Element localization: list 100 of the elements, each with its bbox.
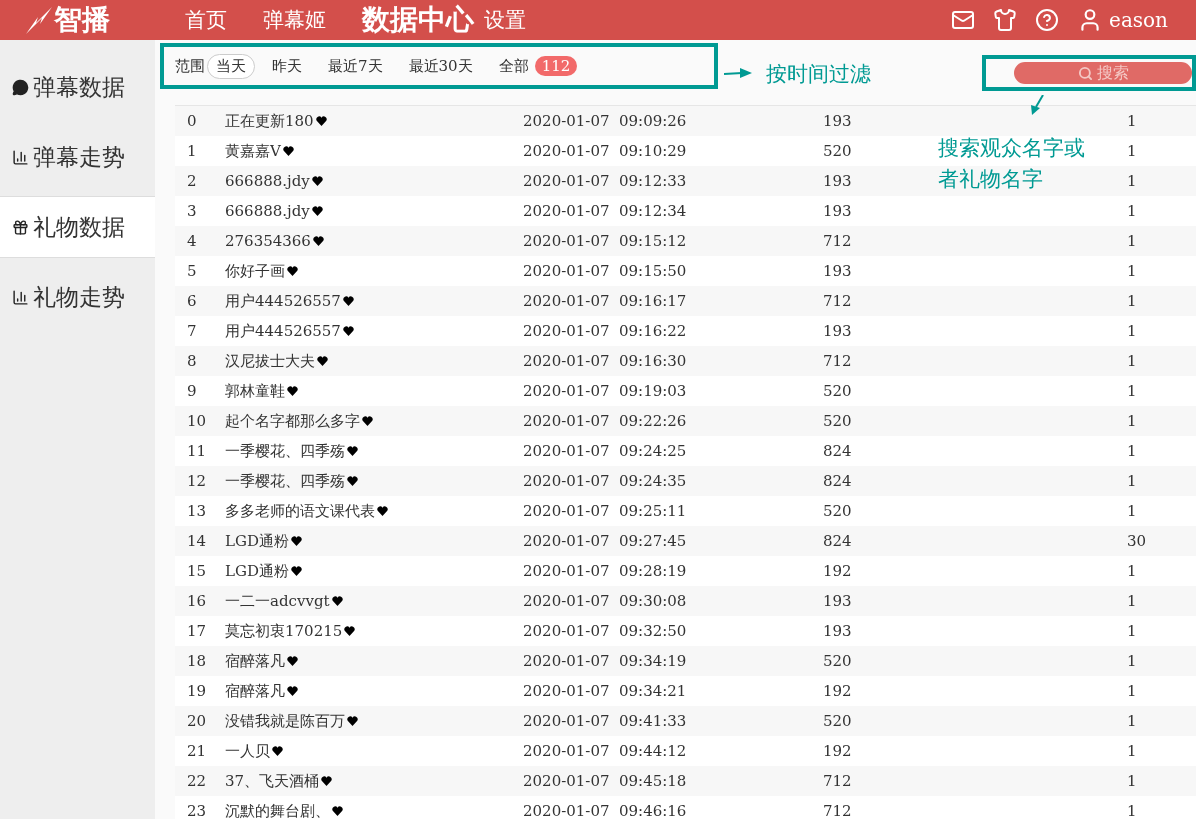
heart-icon: [287, 686, 298, 696]
gift-cell: 520: [823, 652, 852, 670]
gift-cell: 712: [823, 772, 852, 790]
heart-icon: [287, 266, 298, 276]
sidebar-item[interactable]: 弹幕走势: [0, 126, 155, 188]
name-cell: LGD通粉: [225, 561, 302, 581]
name-cell: 一二一adcvvgt: [225, 591, 343, 611]
name-cell: 多多老师的语文课代表: [225, 501, 388, 521]
time-cell: 2020-01-07 09:30:08: [523, 592, 687, 610]
heart-icon: [342, 296, 354, 306]
range-option[interactable]: 最近7天: [319, 53, 392, 79]
help-icon[interactable]: [1035, 8, 1060, 32]
mail-icon[interactable]: [951, 8, 976, 32]
heart-icon: [344, 626, 356, 636]
heart-icon: [377, 506, 388, 516]
shirt-icon[interactable]: [993, 8, 1018, 32]
name-cell: LGD通粉: [225, 531, 302, 551]
time-cell: 2020-01-07 09:44:12: [523, 742, 687, 760]
time-cell: 2020-01-07 09:15:12: [523, 232, 687, 250]
index-cell: 15: [187, 562, 207, 580]
name-cell: 宿醉落凡: [225, 681, 298, 701]
name-cell: 666888.jdy: [225, 202, 323, 220]
count-cell: 1: [1127, 412, 1137, 430]
name-cell: 276354366: [225, 232, 324, 250]
time-cell: 2020-01-07 09:09:26: [523, 112, 687, 130]
heart-icon: [347, 476, 358, 486]
annotation-text: 按时间过滤: [766, 61, 871, 88]
sidebar-item[interactable]: 礼物数据: [0, 196, 155, 258]
gift-cell: 193: [823, 202, 852, 220]
heart-icon: [315, 116, 327, 126]
gift-cell: 712: [823, 232, 852, 250]
nav-link[interactable]: 弹幕姬: [263, 6, 326, 34]
name-cell: 郭林童鞋: [225, 381, 298, 401]
count-cell: 1: [1127, 202, 1137, 220]
heart-icon: [311, 176, 323, 186]
count-cell: 1: [1127, 442, 1137, 460]
heart-icon: [317, 356, 328, 366]
sidebar-item[interactable]: 礼物走势: [0, 266, 155, 328]
index-cell: 18: [187, 652, 207, 670]
heart-icon: [272, 746, 283, 756]
time-cell: 2020-01-07 09:16:17: [523, 292, 687, 310]
range-option[interactable]: 当天: [207, 53, 255, 79]
count-cell: 1: [1127, 292, 1137, 310]
gift-cell: 192: [823, 742, 852, 760]
index-cell: 22: [187, 772, 207, 790]
count-cell: 1: [1127, 682, 1137, 700]
heart-icon: [282, 146, 294, 156]
index-cell: 1: [187, 142, 197, 160]
time-cell: 2020-01-07 09:27:45: [523, 532, 687, 550]
bar-chart-icon: [12, 148, 29, 166]
time-cell: 2020-01-07 09:32:50: [523, 622, 687, 640]
annotation-text: 搜索观众名字或 者礼物名字: [938, 135, 1086, 193]
name-cell: 一人贝: [225, 741, 283, 761]
name-cell: 一季樱花、四季殇: [225, 471, 358, 491]
nav-link[interactable]: 首页: [185, 6, 227, 34]
annotation-arrow: [724, 67, 752, 79]
index-cell: 5: [187, 262, 197, 280]
count-cell: 1: [1127, 742, 1137, 760]
name-cell: 你好子画: [225, 261, 298, 281]
time-cell: 2020-01-07 09:46:16: [523, 802, 687, 819]
gift-cell: 193: [823, 112, 852, 130]
gift-icon: [12, 218, 29, 236]
heart-icon: [291, 536, 302, 546]
range-option[interactable]: 最近30天: [399, 53, 482, 79]
gift-cell: 712: [823, 802, 852, 819]
time-cell: 2020-01-07 09:12:34: [523, 202, 687, 220]
count-cell: 1: [1127, 352, 1137, 370]
nav-link[interactable]: 设置: [484, 6, 526, 34]
annotation-arrow: [1028, 95, 1044, 115]
gift-cell: 193: [823, 622, 852, 640]
gift-cell: 712: [823, 352, 852, 370]
index-cell: 11: [187, 442, 207, 460]
gift-cell: 193: [823, 262, 852, 280]
name-cell: 宿醉落凡: [225, 651, 298, 671]
name-cell: 起个名字都那么多字: [225, 411, 373, 431]
range-option[interactable]: 昨天: [263, 53, 311, 79]
time-cell: 2020-01-07 09:12:33: [523, 172, 687, 190]
name-cell: 一季樱花、四季殇: [225, 441, 358, 461]
count-cell: 1: [1127, 772, 1137, 790]
name-cell: 黄嘉嘉V: [225, 141, 294, 161]
heart-icon: [291, 566, 302, 576]
logo-text: 智播: [54, 2, 110, 38]
index-cell: 16: [187, 592, 207, 610]
heart-icon: [287, 656, 298, 666]
user-name[interactable]: eason: [1109, 8, 1168, 32]
nav-link[interactable]: 数据中心: [362, 1, 474, 39]
index-cell: 6: [187, 292, 197, 310]
index-cell: 12: [187, 472, 207, 490]
count-cell: 1: [1127, 562, 1137, 580]
gift-cell: 520: [823, 712, 852, 730]
sidebar-item[interactable]: 弹幕数据: [0, 56, 155, 118]
heart-icon: [312, 236, 324, 246]
count-cell: 1: [1127, 232, 1137, 250]
time-cell: 2020-01-07 09:15:50: [523, 262, 687, 280]
heart-icon: [311, 206, 323, 216]
range-option[interactable]: 全部 112: [489, 53, 587, 79]
time-cell: 2020-01-07 09:41:33: [523, 712, 687, 730]
gift-cell: 193: [823, 592, 852, 610]
time-cell: 2020-01-07 09:45:18: [523, 772, 687, 790]
count-cell: 1: [1127, 112, 1137, 130]
